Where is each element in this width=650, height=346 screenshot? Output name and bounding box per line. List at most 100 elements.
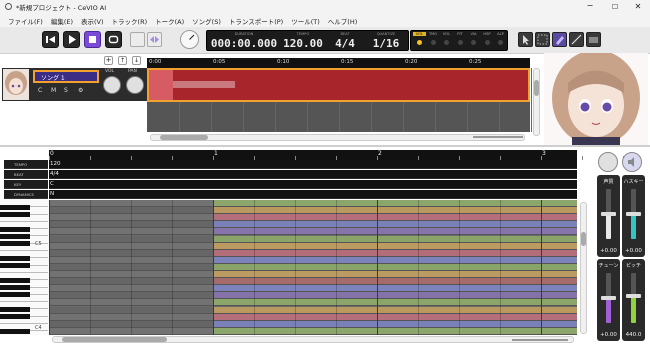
fader-knob[interactable]: [626, 293, 641, 298]
fader-label: チューン: [598, 263, 619, 269]
param-tab-5[interactable]: HSP: [481, 32, 494, 36]
split-left-button[interactable]: [130, 32, 145, 47]
black-key[interactable]: [0, 292, 30, 298]
arrange-vscrollbar[interactable]: [533, 68, 540, 136]
range-select-tool[interactable]: [535, 32, 550, 47]
track-settings-icon[interactable]: ⚙: [78, 87, 83, 94]
volume-knob[interactable]: [103, 76, 121, 94]
measure-marks: 0 1 2 3: [49, 150, 624, 160]
menu-item-4[interactable]: トーク(A): [151, 16, 188, 26]
fader-knob[interactable]: [601, 296, 616, 300]
black-key[interactable]: [0, 233, 30, 240]
piano-keyboard[interactable]: C5 C4: [0, 200, 49, 335]
row-label-tempo: TEMPO: [4, 160, 48, 169]
black-key[interactable]: [0, 328, 30, 334]
black-key[interactable]: [0, 212, 30, 218]
beat-label: BEAT: [340, 32, 350, 36]
row-track-beat[interactable]: 4/4: [49, 170, 577, 179]
menu-item-5[interactable]: ソング(S): [188, 16, 225, 26]
quantize-display[interactable]: QUANTIZE 1/16: [364, 30, 408, 51]
track-button-s[interactable]: S: [64, 87, 68, 94]
record-toggle[interactable]: [598, 152, 618, 172]
row-track-tempo[interactable]: 120: [49, 160, 577, 169]
select-tool[interactable]: [518, 32, 533, 47]
note-grid[interactable]: [49, 200, 577, 335]
editor-zoom-slider[interactable]: [512, 339, 568, 341]
fader-0[interactable]: 声質 +0.00: [597, 175, 620, 257]
param-led-icon: [444, 40, 449, 45]
fader-knob[interactable]: [601, 212, 616, 216]
loop-button[interactable]: [105, 31, 122, 48]
tempo-display[interactable]: TEMPO 120.00: [280, 30, 326, 51]
minimize-button[interactable]: −: [580, 0, 600, 14]
row-track-key[interactable]: C: [49, 180, 577, 189]
menu-item-8[interactable]: ヘルプ(H): [324, 16, 361, 26]
singer-portrait-icon: [552, 53, 640, 145]
fader-1[interactable]: ハスキー +0.00: [622, 175, 645, 257]
beat-line: [459, 200, 460, 335]
black-key[interactable]: [0, 263, 30, 269]
metronome-knob[interactable]: [180, 30, 199, 49]
param-tab-2[interactable]: VOL: [440, 32, 453, 36]
play-icon: [69, 35, 76, 44]
eraser-tool[interactable]: [586, 32, 601, 47]
param-tab-6[interactable]: ALP: [494, 32, 507, 36]
pen-tool[interactable]: [552, 32, 567, 47]
fader-2[interactable]: チューン +0.00: [597, 259, 620, 341]
loop-icon: [108, 35, 119, 44]
black-key[interactable]: [0, 306, 30, 312]
black-key[interactable]: [0, 255, 30, 261]
menu-item-1[interactable]: 編集(E): [47, 16, 77, 26]
tempo-value: 120.00: [283, 37, 323, 50]
param-tab-4[interactable]: VIA: [467, 32, 480, 36]
note-lane-color: [213, 313, 577, 320]
close-button[interactable]: ✕: [628, 0, 648, 14]
menu-item-0[interactable]: ファイル(F): [4, 16, 47, 26]
arrange-vscroll-thumb[interactable]: [534, 80, 539, 96]
beat-line: [377, 200, 378, 335]
move-up-button[interactable]: ↑: [118, 56, 127, 65]
track-button-c[interactable]: C: [38, 87, 42, 94]
menu-item-3[interactable]: トラック(R): [108, 16, 152, 26]
menu-item-7[interactable]: ツール(T): [287, 16, 324, 26]
track-button-m[interactable]: M: [51, 87, 56, 94]
menu-item-6[interactable]: トランスポート(P): [225, 16, 287, 26]
arrange-scroll-thumb[interactable]: [160, 135, 208, 140]
preview-toggle[interactable]: [622, 152, 642, 172]
stop-icon: [89, 36, 96, 43]
split-right-button[interactable]: [147, 32, 162, 47]
black-key[interactable]: [0, 277, 30, 283]
param-tab-3[interactable]: PIT: [454, 32, 467, 36]
rewind-button[interactable]: [42, 31, 59, 48]
editor-scroll-thumb[interactable]: [62, 337, 167, 342]
param-tab-1[interactable]: TMG: [427, 32, 440, 36]
menu-item-2[interactable]: 表示(V): [77, 16, 108, 26]
beat-display[interactable]: BEAT 4/4: [326, 30, 364, 51]
fader-3[interactable]: ピッチ 440.0: [622, 259, 645, 341]
pan-knob[interactable]: [126, 76, 144, 94]
row-value: C: [50, 181, 54, 187]
black-key[interactable]: [0, 285, 30, 291]
param-tab-0[interactable]: VOL: [413, 32, 426, 36]
note-lane: [49, 242, 577, 250]
param-tab-row: VOL TMG VOL PIT VIA HSP ALP: [411, 30, 508, 51]
note-lane-color: [213, 306, 577, 313]
black-key[interactable]: [0, 314, 30, 320]
fader-knob[interactable]: [626, 212, 641, 216]
timeline-mark: 0:15: [341, 59, 354, 65]
play-button[interactable]: [63, 31, 80, 48]
maximize-button[interactable]: ☐: [605, 0, 625, 14]
black-key[interactable]: [0, 226, 30, 232]
black-key[interactable]: [0, 241, 30, 247]
arrange-zoom-slider[interactable]: [473, 136, 523, 138]
stop-button[interactable]: [84, 31, 101, 48]
add-track-button[interactable]: +: [104, 56, 113, 65]
black-key[interactable]: [0, 204, 30, 210]
editor-vscrollbar[interactable]: [580, 202, 587, 334]
line-tool[interactable]: [569, 32, 584, 47]
track-name-box[interactable]: ソング 1: [33, 70, 99, 83]
row-track-dynamics[interactable]: N: [49, 190, 577, 199]
move-down-button[interactable]: ↓: [132, 56, 141, 65]
measure-number: 0: [50, 150, 54, 157]
editor-vscroll-thumb[interactable]: [581, 232, 586, 246]
